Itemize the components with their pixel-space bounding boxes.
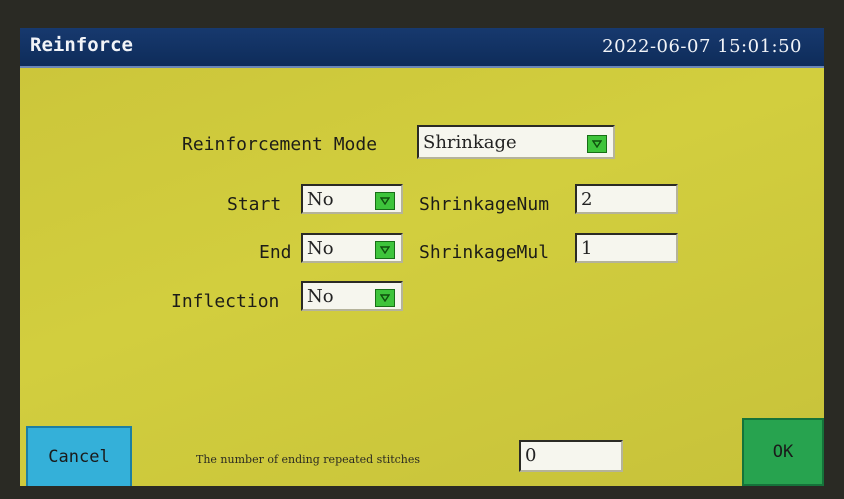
shrinkage-mul-input[interactable]: 1: [575, 233, 678, 263]
end-select[interactable]: No: [301, 233, 403, 263]
dropdown-arrow-icon[interactable]: [375, 289, 395, 307]
reinforcement-mode-select[interactable]: Shrinkage: [417, 125, 615, 159]
ok-button[interactable]: OK: [742, 418, 824, 486]
dropdown-arrow-icon[interactable]: [587, 135, 607, 153]
window-title: Reinforce: [30, 34, 133, 56]
ok-button-label: OK: [772, 442, 794, 462]
shrinkage-num-input[interactable]: 2: [575, 184, 678, 214]
shrinkage-num-value: 2: [581, 189, 593, 210]
reinforcement-mode-label: Reinforcement Mode: [182, 134, 378, 155]
title-bar: Reinforce 2022-06-07 15:01:50: [20, 28, 824, 68]
dropdown-arrow-icon[interactable]: [375, 192, 395, 210]
inflection-select[interactable]: No: [301, 281, 403, 311]
shrinkage-num-label: ShrinkageNum: [419, 194, 550, 215]
ending-repeat-label: The number of ending repeated stitches: [196, 453, 421, 466]
shrinkage-mul-label: ShrinkageMul: [419, 242, 550, 263]
start-label: Start: [227, 194, 282, 215]
cancel-button-label: Cancel: [48, 447, 110, 467]
start-select[interactable]: No: [301, 184, 403, 214]
ending-repeat-input[interactable]: 0: [519, 440, 623, 472]
datetime-display: 2022-06-07 15:01:50: [602, 36, 802, 57]
cancel-button[interactable]: Cancel: [26, 426, 132, 486]
end-value: No: [307, 238, 334, 259]
reinforcement-mode-value: Shrinkage: [423, 132, 517, 153]
inflection-value: No: [307, 286, 334, 307]
start-value: No: [307, 189, 334, 210]
shrinkage-mul-value: 1: [581, 238, 593, 259]
reinforce-screen: Reinforce 2022-06-07 15:01:50 Reinforcem…: [20, 28, 824, 486]
inflection-label: Inflection: [171, 291, 280, 312]
end-label: End: [259, 242, 292, 263]
ending-repeat-value: 0: [525, 445, 537, 466]
dropdown-arrow-icon[interactable]: [375, 241, 395, 259]
